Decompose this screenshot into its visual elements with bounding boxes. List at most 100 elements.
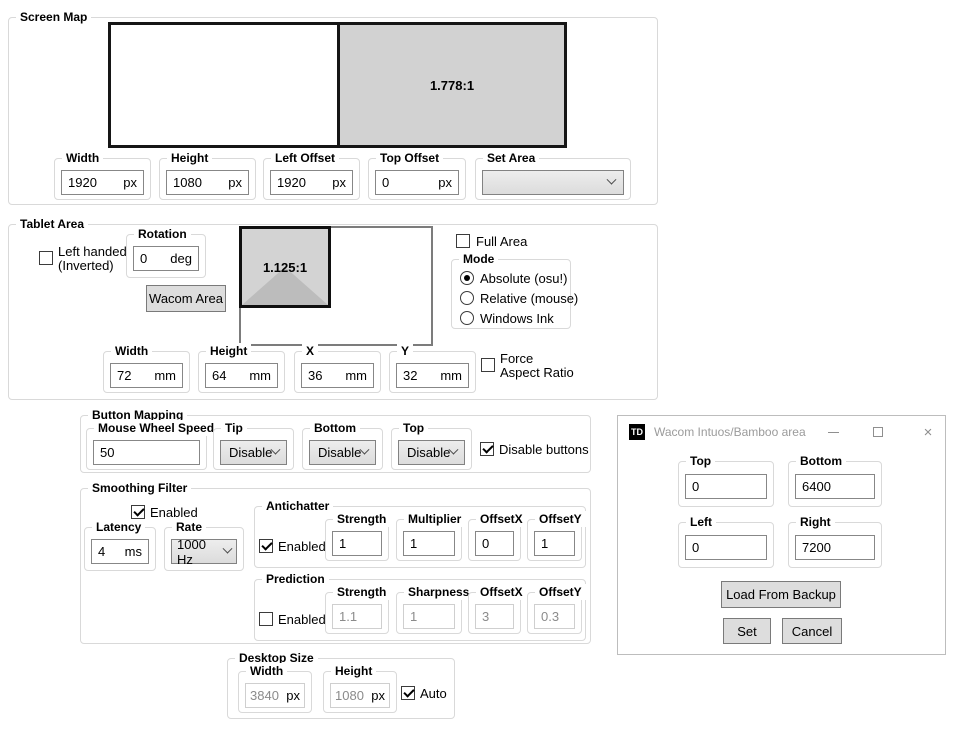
top-offset-value: 0 — [382, 175, 389, 190]
dialog-titlebar[interactable]: TD Wacom Intuos/Bamboo area × — [618, 416, 945, 448]
mode-radio-relative[interactable] — [460, 291, 474, 305]
left-offset-input[interactable]: 1920 px — [270, 170, 353, 195]
prediction-strength-input[interactable]: 1.1 — [332, 604, 382, 629]
top-button-value: Disable — [407, 445, 450, 460]
left-handed-checkbox[interactable] — [39, 251, 53, 265]
prediction-offsetx-group: OffsetX 3 — [468, 592, 521, 634]
chevron-down-icon — [360, 445, 370, 455]
antichatter-offsety-label: OffsetY — [535, 511, 586, 527]
antichatter-offsetx-input[interactable]: 0 — [475, 531, 514, 556]
tip-group: Tip Disable — [213, 428, 294, 470]
screen-height-value: 1080 — [173, 175, 202, 190]
tablet-height-group: Height 64 mm — [198, 351, 285, 393]
top-offset-label: Top Offset — [376, 150, 443, 166]
prediction-offsetx-input[interactable]: 3 — [475, 604, 514, 629]
antichatter-offsety-input[interactable]: 1 — [534, 531, 575, 556]
screen-height-input[interactable]: 1080 px — [166, 170, 249, 195]
force-aspect-label-line2: Aspect Ratio — [500, 365, 574, 380]
bottom-button-dropdown[interactable]: Disable — [309, 440, 376, 465]
area-bottom-label: Bottom — [796, 453, 846, 469]
area-left-value: 0 — [692, 540, 699, 555]
smoothing-enabled-checkbox[interactable] — [131, 505, 145, 519]
tablet-height-label: Height — [206, 343, 251, 359]
antichatter-offsetx-value: 0 — [482, 536, 489, 551]
rotation-input[interactable]: 0 deg — [133, 246, 199, 271]
rate-value: 1000 Hz — [177, 537, 224, 567]
full-area-checkbox[interactable] — [456, 234, 470, 248]
bottom-button-value: Disable — [318, 445, 361, 460]
force-aspect-label-line1: Force — [500, 351, 533, 366]
tablet-area-group: Tablet Area Left handed (Inverted) Rotat… — [8, 224, 658, 400]
force-aspect-checkbox[interactable] — [481, 358, 495, 372]
top-offset-group: Top Offset 0 px — [368, 158, 466, 200]
prediction-sharpness-input[interactable]: 1 — [403, 604, 455, 629]
area-right-input[interactable]: 7200 — [795, 535, 875, 560]
tablet-x-input[interactable]: 36 mm — [301, 363, 374, 388]
tablet-x-unit: mm — [345, 368, 367, 383]
area-top-input[interactable]: 0 — [685, 474, 767, 499]
disable-buttons-label: Disable buttons — [499, 442, 589, 457]
area-left-input[interactable]: 0 — [685, 535, 767, 560]
antichatter-group: Antichatter Enabled Strength 1 Multiplie… — [254, 506, 586, 568]
desktop-height-unit: px — [371, 688, 385, 703]
prediction-enabled-checkbox[interactable] — [259, 612, 273, 626]
prediction-sharpness-value: 1 — [410, 609, 417, 624]
antichatter-multiplier-group: Multiplier 1 — [396, 519, 462, 561]
mode-label-windows-ink: Windows Ink — [480, 311, 554, 326]
antichatter-multiplier-input[interactable]: 1 — [403, 531, 455, 556]
load-from-backup-button[interactable]: Load From Backup — [721, 581, 841, 608]
prediction-sharpness-label: Sharpness — [404, 584, 473, 600]
tablet-width-label: Width — [111, 343, 152, 359]
top-button-dropdown[interactable]: Disable — [398, 440, 465, 465]
cancel-button[interactable]: Cancel — [782, 618, 842, 644]
desktop-width-label: Width — [246, 663, 287, 679]
tablet-height-input[interactable]: 64 mm — [205, 363, 278, 388]
desktop-height-group: Height 1080 px — [323, 671, 397, 713]
area-bottom-value: 6400 — [802, 479, 831, 494]
mode-radio-windows-ink[interactable] — [460, 311, 474, 325]
prediction-offsety-value: 0.3 — [541, 609, 559, 624]
tablet-width-input[interactable]: 72 mm — [110, 363, 183, 388]
set-button[interactable]: Set — [723, 618, 771, 644]
screen-width-unit: px — [123, 175, 137, 190]
latency-input[interactable]: 4 ms — [91, 539, 149, 564]
antichatter-strength-input[interactable]: 1 — [332, 531, 382, 556]
area-left-label: Left — [686, 514, 716, 530]
disable-buttons-checkbox[interactable] — [480, 442, 494, 456]
screen-width-input[interactable]: 1920 px — [61, 170, 144, 195]
minimize-button[interactable] — [816, 416, 850, 448]
antichatter-multiplier-label: Multiplier — [404, 511, 465, 527]
rate-dropdown[interactable]: 1000 Hz — [171, 539, 237, 564]
close-icon: × — [924, 425, 933, 440]
smoothing-enabled-label: Enabled — [150, 505, 198, 520]
desktop-height-value: 1080 — [335, 688, 364, 703]
bottom-button-label: Bottom — [310, 420, 360, 436]
mouse-wheel-speed-input[interactable]: 50 — [93, 440, 200, 465]
screen-map-group: Screen Map 1.778:1 Width 1920 px Height … — [8, 17, 658, 205]
rotation-label: Rotation — [134, 226, 191, 242]
tablet-y-group: Y 32 mm — [389, 351, 476, 393]
prediction-strength-label: Strength — [333, 584, 390, 600]
area-bottom-input[interactable]: 6400 — [795, 474, 875, 499]
tablet-active-area[interactable]: 1.125:1 — [239, 226, 331, 308]
screen-map-monitor-left[interactable] — [108, 22, 340, 148]
tablet-width-group: Width 72 mm — [103, 351, 190, 393]
set-area-dropdown[interactable] — [482, 170, 624, 195]
latency-value: 4 — [98, 544, 105, 559]
antichatter-title: Antichatter — [262, 498, 333, 514]
prediction-offsetx-value: 3 — [482, 609, 489, 624]
screen-height-unit: px — [228, 175, 242, 190]
prediction-offsety-input[interactable]: 0.3 — [534, 604, 575, 629]
wacom-area-button[interactable]: Wacom Area — [146, 285, 226, 312]
maximize-button[interactable] — [861, 416, 895, 448]
tablet-y-input[interactable]: 32 mm — [396, 363, 469, 388]
area-right-group: Right 7200 — [788, 522, 882, 568]
screen-map-monitor-right[interactable]: 1.778:1 — [337, 22, 567, 148]
top-offset-input[interactable]: 0 px — [375, 170, 459, 195]
tip-dropdown[interactable]: Disable — [220, 440, 287, 465]
antichatter-enabled-checkbox[interactable] — [259, 539, 273, 553]
close-button[interactable]: × — [911, 416, 945, 448]
desktop-auto-checkbox[interactable] — [401, 686, 415, 700]
mode-radio-absolute[interactable] — [460, 271, 474, 285]
desktop-height-input: 1080 px — [330, 683, 390, 708]
